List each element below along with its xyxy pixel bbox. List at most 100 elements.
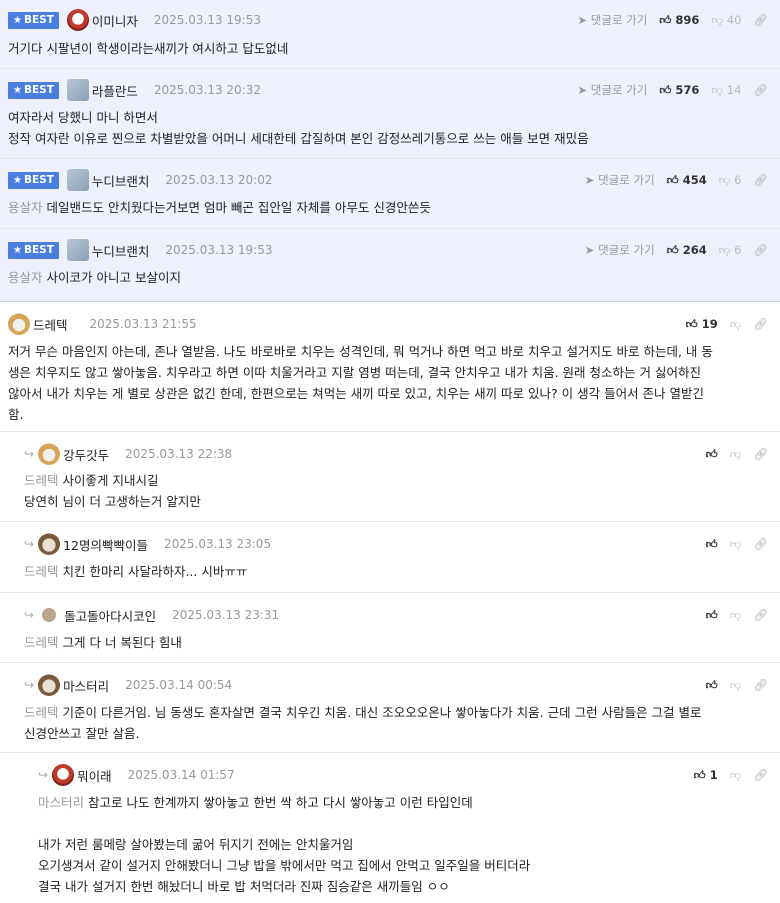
- author-nick[interactable]: 누디브랜치: [92, 241, 150, 260]
- link-icon[interactable]: 🔗︎: [753, 537, 768, 551]
- author-nick[interactable]: 이미니자: [92, 11, 138, 30]
- best-comment: ★ BEST 누디브랜치 2025.03.13 19:53 ➤ 댓글로 가기 👍︎…: [0, 229, 780, 302]
- paper-plane-icon: ➤: [584, 173, 595, 187]
- author-nick[interactable]: 12명의빡빡이들: [63, 535, 148, 554]
- upvote-button[interactable]: 👍︎: [706, 678, 718, 693]
- link-icon[interactable]: 🔗︎: [753, 317, 768, 331]
- upvote-button[interactable]: 👍︎ 576: [659, 83, 699, 98]
- mention-target[interactable]: 용살자: [8, 270, 43, 285]
- mention-target[interactable]: 드레텍: [24, 705, 59, 720]
- best-badge: ★ BEST: [8, 11, 59, 29]
- avatar[interactable]: [66, 79, 89, 101]
- comment-date: 2025.03.13 21:55: [89, 317, 197, 331]
- reply-comment: ↪ 돌고돌아다시코인 2025.03.13 23:31 👍︎ 👎︎ 🔗︎ 드레텍…: [0, 593, 780, 663]
- thumbs-up-icon: 👍︎: [705, 677, 718, 692]
- comment-body: 용살자 데일밴드도 안치웠다는거보면 엄마 빼곤 집안일 자체를 아무도 신경안쓴…: [8, 200, 431, 215]
- star-icon: ★: [13, 84, 22, 96]
- avatar[interactable]: [38, 443, 61, 465]
- author-nick[interactable]: 마스터리: [63, 676, 109, 695]
- author-nick[interactable]: 누디브랜치: [92, 171, 150, 190]
- thumbs-down-icon: 👎︎: [718, 242, 731, 257]
- comment-date: 2025.03.14 00:54: [125, 678, 233, 692]
- avatar[interactable]: [42, 608, 57, 622]
- downvote-button[interactable]: 👎︎: [730, 678, 742, 693]
- upvote-button[interactable]: 👍︎: [706, 608, 718, 623]
- link-icon[interactable]: 🔗︎: [753, 13, 768, 27]
- star-icon: ★: [13, 244, 22, 256]
- upvote-button[interactable]: 👍︎ 1: [694, 768, 718, 783]
- link-icon[interactable]: 🔗︎: [753, 768, 768, 782]
- avatar[interactable]: [38, 674, 61, 696]
- downvote-button[interactable]: 👎︎: [730, 608, 742, 623]
- best-comment: ★ BEST 이미니자 2025.03.13 19:53 ➤ 댓글로 가기 👍︎ …: [0, 0, 780, 69]
- upvote-button[interactable]: 👍︎ 264: [667, 243, 707, 258]
- author-nick[interactable]: 라플란드: [92, 81, 138, 100]
- reply-arrow-icon: ↪: [24, 678, 35, 692]
- mention-target[interactable]: 드레텍: [24, 473, 59, 488]
- avatar[interactable]: [52, 764, 75, 786]
- upvote-button[interactable]: 👍︎ 896: [659, 13, 699, 28]
- downvote-button[interactable]: 👎︎ 6: [719, 173, 742, 188]
- thumbs-down-icon: 👎︎: [729, 677, 742, 692]
- downvote-button[interactable]: 👎︎: [730, 317, 742, 332]
- author-nick[interactable]: 강두갓두: [63, 445, 109, 464]
- thumbs-up-icon: 👍︎: [659, 12, 672, 27]
- comment-body: 용살자 사이코가 아니고 보살이지: [8, 270, 181, 285]
- star-icon: ★: [13, 14, 22, 26]
- comment-list: ★ BEST 이미니자 2025.03.13 19:53 ➤ 댓글로 가기 👍︎ …: [0, 0, 780, 903]
- avatar[interactable]: [66, 169, 89, 191]
- link-icon[interactable]: 🔗︎: [753, 173, 768, 187]
- upvote-button[interactable]: 👍︎ 19: [686, 317, 718, 332]
- best-comment: ★ BEST 라플란드 2025.03.13 20:32 ➤ 댓글로 가기 👍︎ …: [0, 69, 780, 159]
- paper-plane-icon: ➤: [577, 13, 588, 27]
- comment-date: 2025.03.13 20:32: [153, 83, 261, 97]
- go-to-reply-link[interactable]: ➤ 댓글로 가기: [577, 82, 647, 98]
- avatar[interactable]: [38, 533, 61, 555]
- comment-body: 거기다 시팔년이 학생이라는새끼가 여시하고 답도없네: [8, 41, 289, 56]
- mention-target[interactable]: 용살자: [8, 200, 43, 215]
- downvote-button[interactable]: 👎︎ 6: [719, 243, 742, 258]
- avatar[interactable]: [8, 313, 30, 335]
- thumbs-down-icon: 👎︎: [729, 607, 742, 622]
- downvote-button[interactable]: 👎︎ 40: [711, 13, 741, 28]
- author-nick[interactable]: 뭐이래: [77, 766, 112, 785]
- link-icon[interactable]: 🔗︎: [753, 243, 768, 257]
- downvote-button[interactable]: 👎︎: [730, 537, 742, 552]
- go-to-reply-link[interactable]: ➤ 댓글로 가기: [585, 242, 655, 258]
- downvote-button[interactable]: 👎︎: [730, 768, 742, 783]
- link-icon[interactable]: 🔗︎: [753, 678, 768, 692]
- best-badge: ★ BEST: [8, 171, 59, 189]
- upvote-button[interactable]: 👍︎: [706, 447, 718, 462]
- comment-date: 2025.03.13 22:38: [125, 447, 233, 461]
- avatar[interactable]: [66, 239, 89, 261]
- comment-date: 2025.03.13 20:02: [165, 173, 273, 187]
- reply-comment: ↪ 강두갓두 2025.03.13 22:38 👍︎ 👎︎ 🔗︎ 드레텍 사이좋게…: [0, 432, 780, 522]
- paper-plane-icon: ➤: [577, 83, 588, 97]
- downvote-button[interactable]: 👎︎ 14: [711, 83, 741, 98]
- mention-target[interactable]: 드레텍: [24, 635, 59, 650]
- upvote-button[interactable]: 👍︎: [706, 537, 718, 552]
- comment-body: 드레텍 사이좋게 지내시길 당연히 님이 더 고생하는거 알지만: [24, 473, 201, 509]
- best-badge: ★ BEST: [8, 81, 59, 99]
- link-icon[interactable]: 🔗︎: [753, 447, 768, 461]
- thumbs-down-icon: 👎︎: [711, 82, 724, 97]
- mention-target[interactable]: 마스터리: [38, 795, 84, 810]
- comment-body: 드레텍 그게 다 너 복된다 힘내: [24, 635, 182, 650]
- thumbs-down-icon: 👎︎: [729, 446, 742, 461]
- comment-body: 마스터리 참고로 나도 한계까지 쌓아놓고 한번 싹 하고 다시 쌓아놓고 이런 …: [38, 795, 531, 894]
- thumbs-down-icon: 👎︎: [718, 172, 731, 187]
- mention-target[interactable]: 드레텍: [24, 564, 59, 579]
- author-nick[interactable]: 드레텍: [33, 315, 68, 334]
- avatar[interactable]: [66, 9, 89, 31]
- thumbs-down-icon: 👎︎: [711, 12, 724, 27]
- author-nick[interactable]: 돌고돌아다시코인: [64, 606, 156, 625]
- go-to-reply-link[interactable]: ➤ 댓글로 가기: [577, 12, 647, 28]
- star-icon: ★: [13, 174, 22, 186]
- link-icon[interactable]: 🔗︎: [753, 83, 768, 97]
- comment-date: 2025.03.13 23:31: [172, 608, 280, 622]
- upvote-button[interactable]: 👍︎ 454: [667, 173, 707, 188]
- go-to-reply-link[interactable]: ➤ 댓글로 가기: [585, 172, 655, 188]
- downvote-button[interactable]: 👎︎: [730, 447, 742, 462]
- reply-arrow-icon: ↪: [24, 608, 35, 622]
- link-icon[interactable]: 🔗︎: [753, 608, 768, 622]
